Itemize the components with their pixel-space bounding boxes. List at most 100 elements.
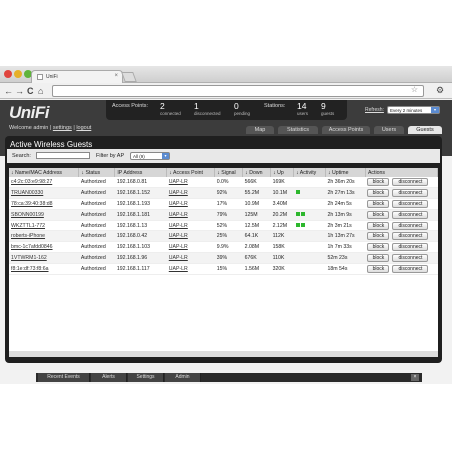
block-button[interactable]: block [367,264,390,273]
horizontal-scrollbar[interactable] [9,351,438,357]
back-icon[interactable]: ← [4,85,13,97]
access-point-link[interactable]: UAP-LR [166,209,215,221]
uptime-cell: 52m 23s [325,252,366,264]
refresh-select[interactable]: Every 2 minutes ▾ [387,106,440,114]
connected-label: connected [160,111,181,116]
access-point-link[interactable]: UAP-LR [166,241,215,254]
column-header[interactable]: Actions [365,168,439,177]
tab-guests[interactable]: Guests [408,126,442,134]
column-header[interactable]: ↓ Access Point [166,168,216,177]
access-point-link[interactable]: UAP-LR [166,187,215,200]
ip-cell: 192.168.1.193 [114,198,167,210]
mac-address-link[interactable]: f8:1e:df:73:f8:6a [9,263,79,275]
mac-address-link[interactable]: roberts-iPhone [9,230,79,243]
disconnect-button[interactable]: disconnect [392,243,429,252]
stations-label: Stations: [264,103,286,109]
actions-cell: block disconnect [365,241,438,254]
disconnect-button[interactable]: disconnect [392,253,429,262]
access-point-link[interactable]: UAP-LR [166,198,215,210]
table-row: SBONN00199 Authorized 192.168.1.181 UAP-LR 7… [9,209,438,221]
new-tab-button[interactable] [121,72,137,82]
panel-title: Active Wireless Guests [10,140,93,149]
tab-admin[interactable]: Admin [165,373,201,382]
access-point-link[interactable]: UAP-LR [166,220,215,232]
access-point-link[interactable]: UAP-LR [166,263,215,275]
filter-label: Filter by AP [96,153,125,159]
status-cell: Authorized [78,177,115,189]
wrench-icon[interactable]: ⚙ [436,85,444,96]
column-header[interactable]: ↓ Name/MAC Address [9,168,80,177]
mac-address-link[interactable]: c4:2c:03:e9:98:27 [9,177,79,189]
column-header[interactable]: ↓ Uptime [325,168,366,177]
tab-access-points[interactable]: Access Points [322,126,370,134]
disconnected-count: 1 [194,101,199,111]
column-header[interactable]: ↓ Activity [293,168,327,177]
mac-address-link[interactable]: TRUAN00330 [9,187,79,200]
block-button[interactable]: block [367,232,390,241]
column-header[interactable]: IP Address [114,168,168,177]
forward-icon[interactable]: → [15,85,24,97]
disconnect-button[interactable]: disconnect [392,232,429,241]
activity-cell [293,230,326,243]
bookmark-star-icon[interactable]: ☆ [411,85,418,94]
mac-address-link[interactable]: bmc-1c7afdd0846 [9,241,79,254]
activity-cell [293,252,326,264]
disconnect-button[interactable]: disconnect [392,221,429,230]
home-icon[interactable]: ⌂ [38,85,43,97]
signal-cell: 15% [214,263,243,275]
tab-users[interactable]: Users [374,126,404,134]
signal-cell: 52% [214,220,243,232]
filter-ap-select[interactable]: All (9) ▾ [130,152,170,160]
minimize-window-button[interactable] [14,70,22,78]
tab-settings[interactable]: Settings [128,373,164,382]
block-button[interactable]: block [367,178,390,187]
browser-tab[interactable]: UniFi × [31,70,123,83]
disconnect-button[interactable]: disconnect [392,210,429,219]
uptime-cell: 1h 7m 33s [325,241,366,254]
mac-address-link[interactable]: SBONN00199 [9,209,79,221]
disconnect-button[interactable]: disconnect [392,199,429,208]
activity-bar [295,222,300,227]
mac-address-link[interactable]: WKZTTL1-772 [9,220,79,232]
bottom-close-icon[interactable]: × [411,374,419,381]
disconnect-button[interactable]: disconnect [392,178,429,187]
address-bar[interactable]: ☆ [52,85,424,97]
title-bar: UniFi × [0,66,452,83]
disconnect-button[interactable]: disconnect [392,189,429,198]
ip-cell: 192.168.1.103 [114,241,167,254]
column-header[interactable]: ↓ Status [78,168,116,177]
tab-alerts[interactable]: Alerts [91,373,127,382]
up-cell: 158K [270,241,294,254]
guests-table-container: ↓ Name/MAC Address ↓ Status IP Address ↓ Ac… [9,168,439,351]
block-button[interactable]: block [367,221,390,230]
search-input[interactable] [36,152,90,159]
column-header[interactable]: ↓ Up [270,168,295,177]
signal-cell: 39% [214,252,243,264]
mac-address-link[interactable]: 78:ca:39:40:38:d8 [9,198,79,210]
access-point-link[interactable]: UAP-LR [166,230,215,243]
column-header[interactable]: ↓ Down [242,168,272,177]
block-button[interactable]: block [367,243,390,252]
block-button[interactable]: block [367,253,390,262]
up-cell: 110K [270,252,294,264]
access-point-link[interactable]: UAP-LR [166,252,215,264]
column-header[interactable]: ↓ Signal [214,168,244,177]
reload-icon[interactable]: C [27,85,34,97]
ip-cell: 192.168.1.13 [114,220,167,232]
block-button[interactable]: block [367,210,390,219]
block-button[interactable]: block [367,189,390,198]
mac-address-link[interactable]: 1VTWRM1-162 [9,252,79,264]
close-window-button[interactable] [4,70,12,78]
logout-link[interactable]: logout [76,125,91,131]
tab-recent-events[interactable]: Recent Events [38,373,90,382]
tab-statistics[interactable]: Statistics [278,126,318,134]
settings-link[interactable]: settings [53,125,72,131]
access-point-link[interactable]: UAP-LR [166,177,215,189]
activity-cell [293,263,326,275]
tab-close-icon[interactable]: × [114,73,118,79]
status-cell: Authorized [78,209,115,221]
tab-map[interactable]: Map [246,126,274,134]
disconnect-button[interactable]: disconnect [392,264,429,273]
access-points-label: Access Points: [112,103,149,109]
block-button[interactable]: block [367,199,390,208]
